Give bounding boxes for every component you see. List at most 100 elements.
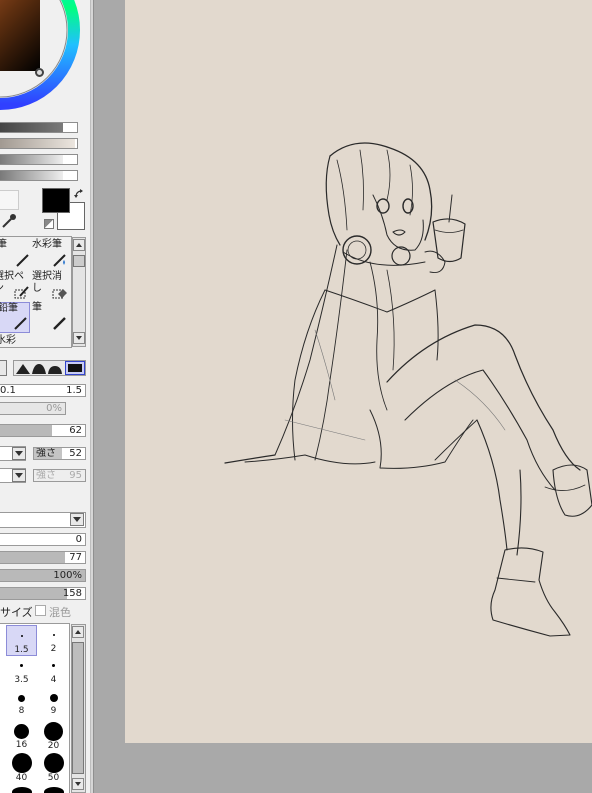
tool-brush[interactable]: 筆: [32, 302, 70, 333]
brush-size-cell[interactable]: 8: [6, 689, 37, 720]
tool-label: 鉛筆: [0, 303, 18, 314]
texture-strength-value: 95: [69, 470, 82, 481]
brush-size-cell[interactable]: 2: [38, 625, 69, 656]
brush-shape-sharp-icon[interactable]: [16, 363, 30, 374]
brush-size-cell[interactable]: 50: [38, 753, 69, 784]
selection-eraser-icon: [52, 289, 67, 299]
tool-label: 水彩: [0, 335, 16, 346]
mix-slider[interactable]: 0: [0, 533, 86, 546]
gray-slider-3[interactable]: [0, 154, 78, 165]
brush-size-dot: [11, 753, 32, 773]
min-size-value: 0%: [46, 403, 62, 414]
brush-size-label: 8: [18, 706, 25, 716]
brush-size-label: 2: [50, 644, 57, 654]
brush-size-cell[interactable]: 40: [6, 753, 37, 784]
tool-selection-eraser[interactable]: 選択消し: [32, 271, 70, 301]
brush-size-cell[interactable]: 1.5: [6, 625, 37, 656]
brush-size-dot: [52, 664, 55, 667]
chevron-down-icon: [73, 517, 81, 522]
swap-colors-icon[interactable]: [73, 188, 85, 200]
brush-size-label: 20: [47, 741, 60, 751]
tool-watercolor[interactable]: 水彩: [0, 335, 34, 349]
canvas-workspace[interactable]: [94, 0, 592, 793]
tool-pencil[interactable]: 鉛筆: [0, 302, 30, 333]
primary-color-swatch[interactable]: [42, 188, 70, 213]
brush-size-dot: [44, 722, 63, 741]
persistence-value: 158: [62, 588, 82, 599]
blend-strength-slider[interactable]: 強さ 52: [33, 447, 86, 460]
chevron-up-icon: [76, 243, 82, 247]
blend-strength-label: 強さ: [36, 448, 56, 459]
texture-dropdown-button[interactable]: [12, 469, 26, 482]
water-slider[interactable]: 77: [0, 551, 86, 564]
mix-value: 0: [75, 534, 82, 545]
size-label: サイズ: [0, 606, 33, 619]
tool-label: 水彩筆: [32, 239, 62, 250]
color-wheel[interactable]: [0, 0, 85, 110]
brush-size-label: 4: [50, 675, 57, 685]
gray-slider-2[interactable]: [0, 138, 78, 149]
color-picker-handle[interactable]: [35, 68, 44, 77]
brush-shape-medium-icon[interactable]: [32, 363, 46, 374]
blend-dropdown-button[interactable]: [12, 447, 26, 460]
brush-size-dot-partial: [44, 787, 64, 793]
brush-size-cell[interactable]: 20: [38, 721, 69, 752]
water-fill: [0, 552, 66, 563]
chevron-down-icon: [15, 473, 23, 478]
tool-selection-pen[interactable]: 選択ペン: [0, 271, 32, 301]
tool-scroll-thumb[interactable]: [73, 255, 85, 267]
brush-size-dot: [14, 724, 29, 739]
brush-size-cell[interactable]: 9: [38, 689, 69, 720]
tool-scroll-down-button[interactable]: [73, 332, 85, 344]
brush-shape-soft-icon[interactable]: [48, 363, 62, 374]
persistence-fill: [0, 588, 67, 599]
pencil-icon: [14, 317, 27, 330]
brush-size-scroll-up-button[interactable]: [72, 626, 84, 638]
water-value: 77: [69, 552, 82, 563]
transparent-swatch[interactable]: [0, 190, 19, 210]
persistence-slider[interactable]: 158: [0, 587, 86, 600]
size-multiplier-field[interactable]: 0.1 1.5: [0, 384, 86, 397]
chevron-down-icon: [15, 451, 23, 456]
eyedropper-icon[interactable]: [0, 212, 18, 230]
brush-size-scroll-thumb[interactable]: [72, 642, 84, 774]
brush-size-label: 1.5: [14, 645, 29, 655]
brush-size-label: 40: [15, 773, 28, 783]
density-slider[interactable]: 62: [0, 424, 86, 437]
brush-size-dot-partial: [12, 787, 32, 793]
chevron-down-icon: [75, 782, 81, 786]
reset-colors-icon[interactable]: [44, 219, 54, 229]
texture-strength-slider[interactable]: 強さ 95: [33, 469, 86, 482]
brush-size-dot: [49, 694, 58, 702]
drawing-canvas[interactable]: [125, 0, 592, 743]
brush-size-label: 9: [50, 706, 57, 716]
brush-size-scroll-down-button[interactable]: [72, 778, 84, 790]
color-extension-slider[interactable]: 100%: [0, 569, 86, 582]
texture-strength-label: 強さ: [36, 470, 56, 481]
chevron-up-icon: [75, 630, 81, 634]
brush-icon: [53, 317, 66, 330]
brush-size-dot: [18, 695, 25, 702]
brush-shape-dropdown[interactable]: [0, 360, 7, 376]
tool-label: 筆: [0, 239, 7, 250]
size-multiplier-value: 1.5: [66, 385, 82, 396]
brush-shape-flat-icon[interactable]: [65, 361, 85, 375]
chevron-down-icon: [76, 336, 82, 340]
brush-size-cell[interactable]: 4: [38, 657, 69, 688]
min-size-field[interactable]: 0%: [0, 402, 66, 415]
mix-checkbox-label: 混色: [49, 606, 71, 619]
brush-size-dot: [52, 634, 55, 636]
gray-slider-4[interactable]: [0, 170, 78, 181]
watercolor-dropdown-button[interactable]: [70, 513, 84, 526]
size-prefix: 0.1: [0, 385, 16, 396]
brush-size-cell[interactable]: 3.5: [6, 657, 37, 688]
brush-size-label: 16: [15, 740, 28, 750]
tool-scroll-up-button[interactable]: [73, 239, 85, 251]
tool-pen[interactable]: 筆: [0, 239, 31, 269]
brush-size-label: 50: [47, 773, 60, 783]
tool-scrollbar[interactable]: [72, 237, 86, 347]
mix-checkbox[interactable]: [35, 605, 46, 616]
gray-slider-1[interactable]: [0, 122, 78, 133]
tool-watercolor-brush[interactable]: 水彩筆: [32, 239, 70, 269]
brush-size-cell[interactable]: 16: [6, 721, 37, 752]
